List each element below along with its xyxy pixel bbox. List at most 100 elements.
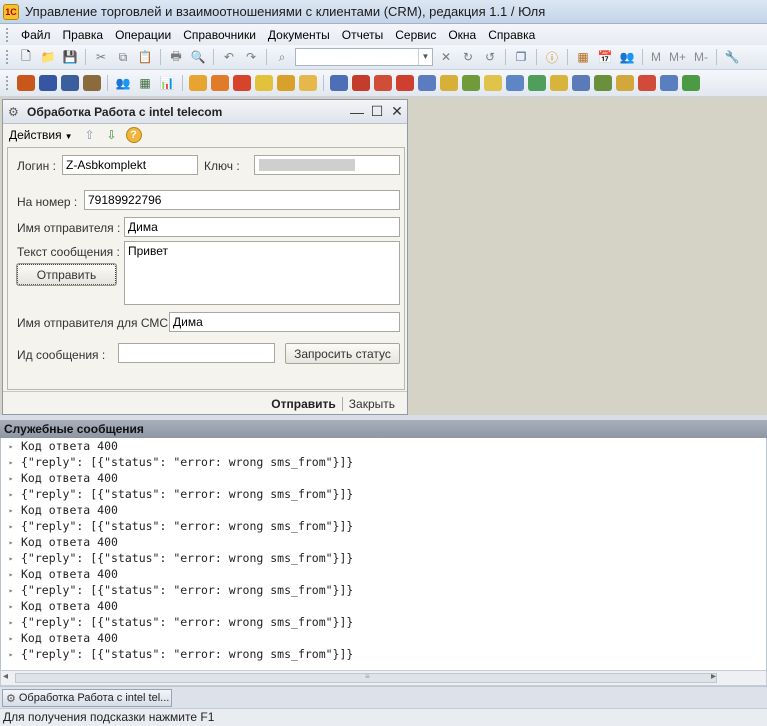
memory-subtract-button[interactable]: M- [694, 50, 708, 64]
clear-search-icon[interactable]: ✕ [437, 49, 455, 65]
open-folder-icon[interactable]: 📁 [39, 49, 57, 65]
search-combobox[interactable]: ▼ [295, 48, 433, 66]
footer-send-button[interactable]: Отправить [265, 397, 341, 411]
menu-reports[interactable]: Отчеты [336, 28, 389, 42]
menu-catalogs[interactable]: Справочники [177, 28, 262, 42]
memory-add-button[interactable]: M+ [669, 50, 686, 64]
menu-help[interactable]: Справка [482, 28, 541, 42]
calculator-icon[interactable]: ▦ [574, 49, 592, 65]
register-icon[interactable] [39, 75, 57, 91]
document-icon-16[interactable] [660, 75, 678, 91]
redo-icon[interactable]: ↷ [242, 49, 260, 65]
sms-sender-field[interactable]: Дима [169, 312, 400, 332]
print-preview-icon[interactable]: 🔍 [189, 49, 207, 65]
menu-file[interactable]: Файл [15, 28, 57, 42]
order-icon-6[interactable] [299, 75, 317, 91]
message-row[interactable]: ▸ Код ответа 400 [1, 470, 766, 486]
calendar-icon[interactable]: 📅 [596, 49, 614, 65]
horizontal-scrollbar[interactable]: ◂ ≡ ▸ [0, 670, 767, 686]
copy-icon[interactable]: ⧉ [114, 49, 132, 65]
document-icon-5[interactable] [418, 75, 436, 91]
paste-icon[interactable]: 📋 [136, 49, 154, 65]
toolbar-grip[interactable] [6, 27, 9, 42]
document-icon-13[interactable] [594, 75, 612, 91]
message-row[interactable]: ▸ Код ответа 400 [1, 566, 766, 582]
toolbar-grip[interactable] [6, 76, 9, 90]
phone-number-field[interactable]: 79189922796 [84, 190, 400, 210]
message-row[interactable]: ▸ {"reply": [{"status": "error: wrong sms… [1, 614, 766, 630]
message-text-area[interactable]: Привет [124, 241, 400, 305]
order-icon-3[interactable] [233, 75, 251, 91]
search-prev-icon[interactable]: ↺ [481, 49, 499, 65]
message-row[interactable]: ▸ {"reply": [{"status": "error: wrong sms… [1, 646, 766, 662]
order-icon-1[interactable] [189, 75, 207, 91]
menu-operations[interactable]: Операции [109, 28, 177, 42]
document-icon-9[interactable] [506, 75, 524, 91]
message-row[interactable]: ▸ {"reply": [{"status": "error: wrong sms… [1, 550, 766, 566]
message-row[interactable]: ▸ Код ответа 400 [1, 630, 766, 646]
scroll-right-icon[interactable]: ▸ [711, 671, 716, 682]
message-id-field[interactable] [118, 343, 275, 363]
send-button[interactable]: Отправить [16, 263, 117, 286]
sender-name-field[interactable]: Дима [124, 217, 400, 237]
arrow-icon[interactable]: ⇧ [81, 126, 99, 144]
new-document-icon[interactable]: 🗋 [17, 49, 35, 65]
menu-windows[interactable]: Окна [442, 28, 482, 42]
key-field[interactable] [254, 155, 400, 175]
search-next-icon[interactable]: ↻ [459, 49, 477, 65]
login-field[interactable]: Z-Asbkomplekt [62, 155, 198, 175]
scroll-left-icon[interactable]: ◂ [3, 671, 8, 682]
document-icon-2[interactable] [352, 75, 370, 91]
refresh-icon[interactable]: ⇩ [103, 126, 121, 144]
taskbar-item-processing[interactable]: ⚙ Обработка Работа с intel tel... [2, 689, 172, 707]
document-icon-10[interactable] [528, 75, 546, 91]
document-icon-1[interactable] [330, 75, 348, 91]
chevron-down-icon[interactable]: ▼ [418, 49, 432, 65]
document-icon-11[interactable] [550, 75, 568, 91]
table-icon[interactable]: ▦ [136, 75, 154, 91]
document-icon-17[interactable] [682, 75, 700, 91]
close-icon[interactable]: ✕ [387, 103, 407, 120]
dialog-title-bar[interactable]: ⚙ Обработка Работа с intel telecom — ☐ ✕ [3, 100, 407, 124]
footer-close-button[interactable]: Закрыть [343, 397, 401, 411]
document-icon-3[interactable] [374, 75, 392, 91]
help-button[interactable]: ? [125, 126, 143, 144]
printer-icon[interactable] [83, 75, 101, 91]
message-row[interactable]: ▸ {"reply": [{"status": "error: wrong sms… [1, 518, 766, 534]
cut-icon[interactable]: ✂ [92, 49, 110, 65]
order-icon-2[interactable] [211, 75, 229, 91]
order-icon-4[interactable] [255, 75, 273, 91]
book-icon[interactable] [17, 75, 35, 91]
actions-menu-button[interactable]: Действия ▼ [9, 128, 73, 142]
chart-icon[interactable]: 📊 [158, 75, 176, 91]
memory-button[interactable]: M [651, 50, 661, 64]
toolbar-grip[interactable] [6, 50, 9, 64]
undo-icon[interactable]: ↶ [220, 49, 238, 65]
document-icon-7[interactable] [462, 75, 480, 91]
journal-icon[interactable] [61, 75, 79, 91]
document-icon-14[interactable] [616, 75, 634, 91]
document-icon-15[interactable] [638, 75, 656, 91]
windows-icon[interactable]: ❐ [512, 49, 530, 65]
info-icon[interactable]: ⓘ [543, 49, 561, 65]
maximize-icon[interactable]: ☐ [367, 103, 387, 120]
find-icon[interactable]: ⌕ [273, 49, 291, 65]
message-row[interactable]: ▸ Код ответа 400 [1, 598, 766, 614]
message-row[interactable]: ▸ {"reply": [{"status": "error: wrong sms… [1, 486, 766, 502]
service-messages-list[interactable]: ▸ Код ответа 400 ▸ {"reply": [{"status": "e… [0, 438, 767, 670]
order-icon-5[interactable] [277, 75, 295, 91]
users-icon[interactable]: 👥 [618, 49, 636, 65]
minimize-icon[interactable]: — [347, 104, 367, 120]
people-icon[interactable]: 👥 [114, 75, 132, 91]
save-icon[interactable]: 💾 [61, 49, 79, 65]
document-icon-4[interactable] [396, 75, 414, 91]
message-row[interactable]: ▸ Код ответа 400 [1, 502, 766, 518]
message-row[interactable]: ▸ {"reply": [{"status": "error: wrong sms… [1, 454, 766, 470]
print-icon[interactable]: 🖶 [167, 49, 185, 65]
message-row[interactable]: ▸ Код ответа 400 [1, 534, 766, 550]
request-status-button[interactable]: Запросить статус [285, 343, 400, 364]
menu-edit[interactable]: Правка [57, 28, 110, 42]
menu-service[interactable]: Сервис [389, 28, 442, 42]
document-icon-6[interactable] [440, 75, 458, 91]
menu-documents[interactable]: Документы [262, 28, 336, 42]
